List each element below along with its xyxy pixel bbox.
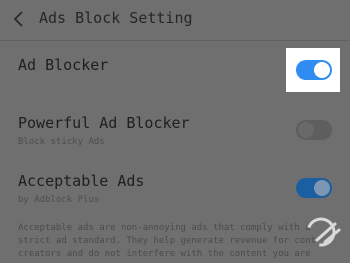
page-title: Ads Block Setting — [39, 9, 193, 27]
description-line: Acceptable ads are non-annoying ads that… — [18, 223, 311, 233]
description-line: creators and do not interfere with the c… — [18, 249, 311, 259]
setting-label: Powerful Ad Blocker — [18, 114, 190, 132]
setting-subtitle: Block sticky Ads — [18, 137, 105, 147]
chevron-left-icon[interactable] — [10, 8, 28, 30]
description-line: strict ad standard. They help generate r… — [18, 236, 317, 246]
brand-logo-icon — [306, 217, 341, 247]
powerful-ad-blocker-toggle[interactable] — [296, 120, 332, 140]
toggle-knob — [314, 62, 330, 78]
toggle-knob — [298, 122, 314, 138]
ad-blocker-toggle[interactable] — [296, 60, 332, 80]
setting-label: Ad Blocker — [18, 56, 109, 74]
setting-label: Acceptable Ads — [18, 172, 145, 190]
setting-subtitle: by Adblock Plus — [18, 195, 100, 205]
acceptable-ads-description: Acceptable ads are non-annoying ads that… — [18, 222, 348, 261]
acceptable-ads-toggle[interactable] — [296, 178, 332, 198]
header-bar: Ads Block Setting — [0, 0, 350, 41]
ads-block-setting-screen: Ads Block Setting Ad Blocker Powerful Ad… — [0, 0, 350, 263]
toggle-knob — [314, 180, 330, 196]
